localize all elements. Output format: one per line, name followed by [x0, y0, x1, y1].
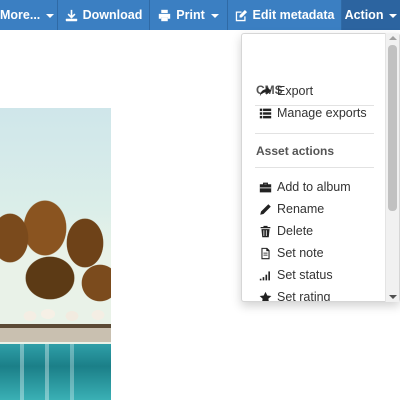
menu-item-set-rating[interactable]: Set rating [259, 287, 384, 302]
menu-item-set-note[interactable]: Set note [259, 243, 384, 263]
scroll-up-arrow-icon[interactable] [389, 36, 397, 40]
menu-item-label: Rename [277, 202, 325, 216]
toolbar: More... Download Print Edit metadata Act… [0, 0, 400, 30]
menu-item-label: Set note [277, 246, 324, 260]
menu-item-label: Export [277, 84, 314, 98]
caret-down-icon [210, 13, 219, 18]
scrollbar-thumb[interactable] [388, 45, 397, 211]
menu-item-label: Manage exports [277, 106, 367, 120]
briefcase-icon [259, 181, 272, 194]
menu-item-export[interactable]: Export [259, 81, 384, 101]
edit-metadata-button[interactable]: Edit metadata [228, 0, 342, 30]
menu-item-label: Delete [277, 224, 314, 238]
edit-icon [235, 9, 248, 22]
signal-bars-icon [259, 269, 272, 282]
divider [255, 133, 374, 134]
caret-down-icon [389, 13, 398, 18]
menu-item-label: Set status [277, 268, 333, 282]
download-button[interactable]: Download [58, 0, 150, 30]
download-label: Download [82, 8, 143, 22]
action-button[interactable]: Action [342, 0, 400, 30]
divider [255, 167, 374, 168]
menu-item-add-to-album[interactable]: Add to album [259, 177, 384, 197]
print-button[interactable]: Print [150, 0, 228, 30]
download-icon [65, 9, 78, 22]
share-arrow-icon [259, 85, 272, 98]
list-icon [259, 107, 272, 120]
caret-down-icon [46, 13, 55, 18]
scroll-down-arrow-icon[interactable] [389, 295, 397, 299]
asset-preview-image [0, 108, 111, 400]
action-label: Action [344, 8, 384, 22]
menu-item-rename[interactable]: Rename [259, 199, 384, 219]
printer-icon [158, 9, 171, 22]
trash-icon [259, 225, 272, 238]
more-button[interactable]: More... [0, 0, 58, 30]
section-header-asset-actions: Asset actions [256, 144, 335, 158]
menu-item-manage-exports[interactable]: Manage exports [259, 103, 384, 123]
menu-item-label: Set rating [277, 290, 331, 302]
menu-scrollbar[interactable] [385, 33, 399, 302]
menu-item-set-status[interactable]: Set status [259, 265, 384, 285]
action-dropdown-menu: CMS Export Manage exports Asset actions … [241, 33, 400, 302]
more-label: More... [0, 8, 41, 22]
star-icon [259, 291, 272, 301]
note-icon [259, 247, 272, 260]
menu-item-label: Add to album [277, 180, 351, 194]
menu-item-delete[interactable]: Delete [259, 221, 384, 241]
print-label: Print [176, 8, 205, 22]
edit-metadata-label: Edit metadata [252, 8, 335, 22]
pencil-icon [259, 203, 272, 216]
